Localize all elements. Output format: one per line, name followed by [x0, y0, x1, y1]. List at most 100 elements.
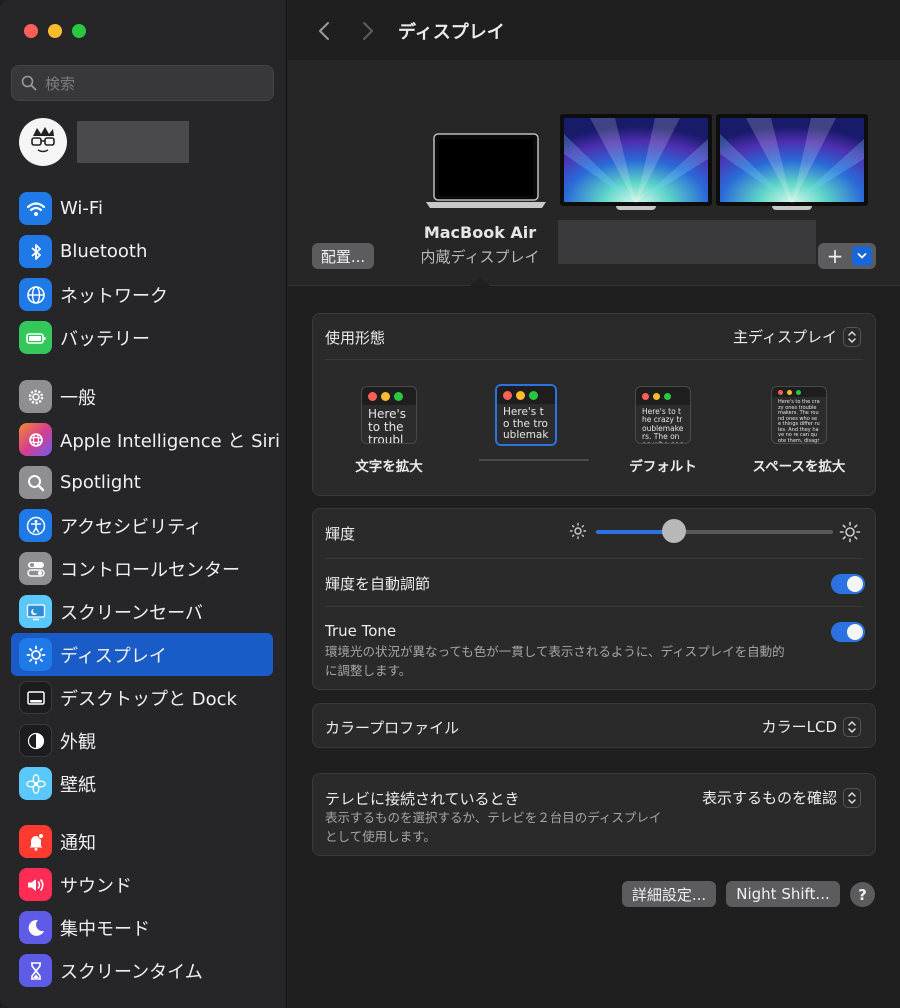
- tv-select[interactable]: 表示するものを確認: [702, 787, 861, 808]
- night-shift-button[interactable]: Night Shift...: [726, 881, 840, 907]
- sidebar-item-accessibility[interactable]: アクセシビリティ: [11, 504, 273, 547]
- wifi-icon: [19, 192, 52, 225]
- updown-chevron-icon: [843, 787, 861, 808]
- search-input[interactable]: 検索: [11, 65, 274, 101]
- tv-card: テレビに接続されているとき 表示するものを確認 表示するものを選択するか、テレビ…: [312, 773, 876, 856]
- chevron-down-icon[interactable]: [852, 246, 872, 266]
- selection-pointer: [468, 278, 492, 287]
- forward-button[interactable]: [356, 18, 380, 44]
- sidebar-item-bluetooth[interactable]: Bluetooth: [11, 230, 273, 273]
- settings-window: 検索 Wi-Fi Bluetooth ネットワーク バッテリー 一般 Apple…: [0, 0, 900, 1008]
- external-display-name-redacted: [558, 220, 816, 264]
- plus-icon: +: [826, 244, 844, 268]
- help-button[interactable]: ?: [850, 882, 875, 907]
- auto-brightness-toggle[interactable]: [831, 574, 865, 594]
- gear-icon: [19, 380, 52, 413]
- external-monitor-1[interactable]: [560, 114, 712, 206]
- brightness-low-icon: [569, 522, 587, 540]
- display-arrangement: MacBook Air 内蔵ディスプレイ 配置... +: [288, 60, 900, 287]
- search-icon: [21, 75, 37, 91]
- brightness-label: 輝度: [325, 525, 356, 543]
- scale-option-selected[interactable]: Here's to the troublemakers ones who: [495, 384, 557, 446]
- header: ディスプレイ: [288, 0, 900, 60]
- auto-brightness-label: 輝度を自動調節: [325, 575, 431, 593]
- scale-option-label: 文字を拡大: [355, 459, 423, 475]
- magnifier-icon: [19, 466, 52, 499]
- account-name-redacted: [77, 121, 189, 163]
- avatar: [19, 118, 67, 166]
- scale-option-default[interactable]: Here's to the crazy troublemakers. The o…: [635, 386, 691, 444]
- scale-option-more-space[interactable]: Here's to the crazy ones troublemakers. …: [771, 386, 827, 444]
- monitor-stand-2: [772, 206, 812, 210]
- brightness-slider[interactable]: [596, 530, 833, 534]
- usage-card: 使用形態 主ディスプレイ Here's to the troublemakers…: [312, 313, 876, 496]
- tv-label: テレビに接続されているとき: [325, 790, 520, 808]
- sun-icon: [19, 638, 52, 671]
- moon-icon: [19, 911, 52, 944]
- sidebar-item-spotlight[interactable]: Spotlight: [11, 461, 273, 504]
- control-center-icon: [19, 552, 52, 585]
- sidebar-item-sound[interactable]: サウンド: [11, 863, 273, 906]
- sidebar-item-notifications[interactable]: 通知: [11, 820, 273, 863]
- sidebar-item-display[interactable]: ディスプレイ: [11, 633, 273, 676]
- macbook-display[interactable]: [426, 132, 546, 216]
- minimize-button[interactable]: [48, 24, 62, 38]
- external-monitor-2[interactable]: [716, 114, 868, 206]
- sidebar: 検索 Wi-Fi Bluetooth ネットワーク バッテリー 一般 Apple…: [0, 0, 287, 1008]
- back-button[interactable]: [312, 18, 336, 44]
- wallpaper-thumbnail: [564, 118, 708, 204]
- sidebar-item-appearance[interactable]: 外観: [11, 719, 273, 762]
- tv-description: 表示するものを選択するか、テレビを２台目のディスプレイ として使用します。: [325, 810, 662, 844]
- brightness-slider-knob[interactable]: [662, 519, 687, 543]
- display-subtitle: 内蔵ディスプレイ: [420, 248, 540, 266]
- battery-icon: [19, 321, 52, 354]
- search-placeholder: 検索: [45, 74, 76, 93]
- flower-icon: [19, 767, 52, 800]
- sidebar-item-control-center[interactable]: コントロールセンター: [11, 547, 273, 590]
- wallpaper-thumbnail: [720, 118, 864, 204]
- apple-account[interactable]: [19, 118, 189, 166]
- usage-select[interactable]: 主ディスプレイ: [733, 326, 861, 347]
- sidebar-group-1: Wi-Fi Bluetooth ネットワーク バッテリー: [11, 187, 273, 359]
- true-tone-description: 環境光の状況が異なっても色が一貫して表示されるように、ディスプレイを自動的 に調…: [325, 644, 785, 678]
- zoom-button[interactable]: [72, 24, 86, 38]
- arrange-button[interactable]: 配置...: [312, 243, 374, 269]
- add-display-button[interactable]: +: [818, 243, 876, 269]
- avatar-face-icon: [31, 127, 55, 153]
- accessibility-icon: [19, 509, 52, 542]
- laptop-icon: [426, 133, 546, 208]
- monitor-stand-1: [616, 206, 656, 210]
- sidebar-group-2: 一般 Apple Intelligence と Siri Spotlight ア…: [11, 375, 280, 805]
- true-tone-toggle[interactable]: [831, 622, 865, 642]
- sidebar-item-wallpaper[interactable]: 壁紙: [11, 762, 273, 805]
- close-button[interactable]: [24, 24, 38, 38]
- selection-underline: [479, 459, 589, 461]
- sidebar-item-desktop-dock[interactable]: デスクトップと Dock: [11, 676, 273, 719]
- sidebar-item-battery[interactable]: バッテリー: [11, 316, 273, 359]
- advanced-button[interactable]: 詳細設定...: [622, 881, 716, 907]
- sidebar-item-screensaver[interactable]: スクリーンセーバ: [11, 590, 273, 633]
- sidebar-item-general[interactable]: 一般: [11, 375, 273, 418]
- brightness-card: 輝度 輝度を自動調節 True Tone 環境光の状況が異なっても色が一貫して表…: [312, 508, 876, 690]
- sidebar-item-wifi[interactable]: Wi-Fi: [11, 187, 273, 230]
- sidebar-item-network[interactable]: ネットワーク: [11, 273, 273, 316]
- divider: [325, 606, 863, 607]
- sidebar-item-focus[interactable]: 集中モード: [11, 906, 273, 949]
- bluetooth-icon: [19, 235, 52, 268]
- chevron-left-icon: [319, 22, 329, 40]
- window-controls: [24, 24, 86, 38]
- sidebar-group-3: 通知 サウンド 集中モード スクリーンタイム: [11, 820, 273, 992]
- color-profile-select[interactable]: カラーLCD: [762, 716, 861, 737]
- scale-option-larger-text[interactable]: Here's to the troublemakers: [361, 386, 417, 444]
- true-tone-label: True Tone: [325, 622, 397, 640]
- screensaver-icon: [19, 595, 52, 628]
- scale-option-label: スペースを拡大: [752, 459, 846, 475]
- speaker-icon: [19, 868, 52, 901]
- dock-icon: [19, 681, 52, 714]
- sidebar-item-siri[interactable]: Apple Intelligence と Siri: [11, 418, 280, 461]
- sidebar-item-screen-time[interactable]: スクリーンタイム: [11, 949, 273, 992]
- divider: [325, 558, 863, 559]
- hourglass-icon: [19, 954, 52, 987]
- updown-chevron-icon: [843, 326, 861, 347]
- color-profile-card: カラープロファイル カラーLCD: [312, 703, 876, 748]
